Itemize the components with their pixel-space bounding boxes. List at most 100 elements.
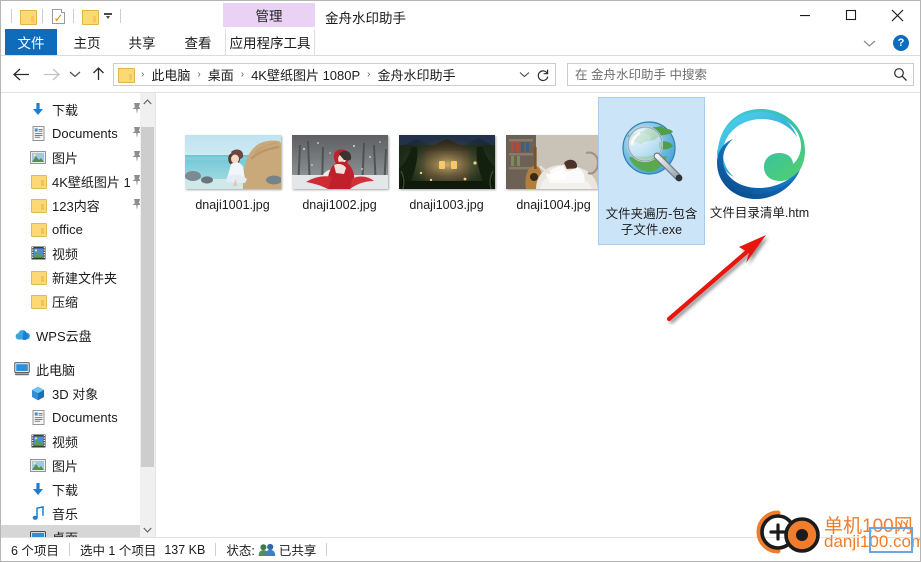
search-icon[interactable] — [887, 64, 913, 85]
sidebar-label: Documents — [52, 125, 118, 141]
up-arrow-icon — [92, 67, 104, 80]
folder-icon — [29, 172, 47, 190]
status-selection-count: 选中 1 个项目 — [79, 544, 157, 558]
search-input[interactable] — [568, 64, 887, 85]
file-list-view[interactable]: dnaji1001.jpg dnaji1002.jpg dnaji1003.jp… — [156, 93, 920, 538]
sidebar-item-videos-pc[interactable]: 视频 — [1, 429, 155, 453]
file-item-dnaji1004[interactable]: dnaji1004.jpg — [500, 131, 607, 216]
sidebar-label: 新建文件夹 — [52, 270, 118, 286]
address-dropdown-icon[interactable] — [515, 64, 533, 85]
breadcrumb-item-current[interactable]: 金舟水印助手 — [376, 65, 458, 84]
sidebar-item-videos[interactable]: 视频 — [1, 241, 155, 265]
music-icon — [29, 504, 47, 522]
sidebar-item-3d-objects[interactable]: 3D 对象 — [1, 381, 155, 405]
minimize-button[interactable] — [782, 1, 828, 29]
sidebar-label: 4K壁纸图片 1 — [52, 174, 131, 190]
back-button[interactable] — [7, 61, 35, 87]
file-item-folder-traversal-exe[interactable]: 文件夹遍历-包含子文件.exe — [598, 97, 705, 245]
sidebar-item-123content[interactable]: 123内容 — [1, 193, 155, 217]
help-button[interactable]: ? — [890, 33, 912, 53]
status-state-value: 已共享 — [278, 544, 317, 558]
maximize-button[interactable] — [828, 1, 874, 29]
search-box[interactable] — [567, 63, 914, 86]
breadcrumb-item-this-pc[interactable]: 此电脑 — [149, 65, 192, 84]
status-divider-3 — [326, 543, 328, 556]
file-name: dnaji1001.jpg — [195, 198, 270, 212]
refresh-button[interactable] — [533, 64, 553, 85]
ribbon-expand-icon[interactable] — [858, 33, 880, 53]
title-bar: ✓ 管理 金舟水印助手 — [1, 1, 920, 29]
ribbon-tabstrip: 文件 主页 共享 查看 应用程序工具 — [1, 29, 920, 55]
sidebar-label: 下载 — [52, 482, 79, 498]
tab-file[interactable]: 文件 — [5, 29, 57, 55]
sidebar-item-compressed[interactable]: 压缩 — [1, 289, 155, 313]
file-item-dnaji1002[interactable]: dnaji1002.jpg — [286, 131, 393, 216]
sidebar-item-documents[interactable]: Documents — [1, 121, 155, 145]
tab-home-label: 主页 — [73, 36, 101, 51]
file-item-directory-list-htm[interactable]: 文件目录清单.htm — [706, 97, 813, 224]
check-glyph: ✓ — [53, 10, 64, 25]
sidebar-item-documents-pc[interactable]: Documents — [1, 405, 155, 429]
breadcrumb-item-desktop[interactable]: 桌面 — [206, 65, 236, 84]
sidebar-group-gap-1 — [1, 313, 155, 323]
sidebar-item-wps-cloud[interactable]: WPS云盘 — [1, 323, 155, 347]
sidebar-label: 3D 对象 — [52, 386, 99, 402]
sidebar-item-office[interactable]: office — [1, 217, 155, 241]
properties-glyph: ✓ — [51, 8, 65, 25]
sidebar-label: 视频 — [52, 246, 79, 262]
window-title: 金舟水印助手 — [325, 11, 406, 26]
forward-arrow-icon — [43, 68, 60, 80]
folder-glyph-2 — [81, 9, 99, 25]
sidebar-label: 此电脑 — [36, 362, 76, 378]
sidebar-label: 压缩 — [52, 294, 79, 310]
sidebar-scrollbar-thumb[interactable] — [141, 127, 154, 467]
sidebar-label: 视频 — [52, 434, 79, 450]
folder-icon — [29, 268, 47, 286]
scroll-up-icon[interactable] — [140, 93, 155, 110]
sidebar-scrollbar[interactable] — [140, 93, 155, 538]
breadcrumb-separator-1[interactable]: › — [192, 69, 205, 80]
tab-application-tools[interactable]: 应用程序工具 — [225, 29, 315, 55]
thumbnail-red-dress-snow — [291, 135, 388, 189]
close-button[interactable] — [874, 1, 920, 29]
3d-objects-icon — [29, 384, 47, 402]
tab-home[interactable]: 主页 — [61, 29, 113, 55]
sidebar-item-this-pc[interactable]: 此电脑 — [1, 357, 155, 381]
sidebar-item-music[interactable]: 音乐 — [1, 501, 155, 525]
breadcrumb-separator-3[interactable]: › — [362, 69, 375, 80]
properties-icon[interactable]: ✓ — [47, 5, 69, 27]
dropdown-caret-icon[interactable] — [100, 6, 116, 26]
breadcrumb-separator-2[interactable]: › — [236, 69, 249, 80]
folder-glyph — [19, 9, 37, 25]
sidebar-item-downloads-pc[interactable]: 下载 — [1, 477, 155, 501]
documents-icon — [29, 124, 47, 142]
sidebar-item-downloads[interactable]: 下载 — [1, 97, 155, 121]
recent-locations-button[interactable] — [65, 61, 85, 87]
up-one-level-button[interactable] — [85, 61, 111, 87]
sidebar-label: office — [52, 221, 83, 237]
sidebar-item-pictures-pc[interactable]: 图片 — [1, 453, 155, 477]
address-bar[interactable]: › 此电脑 › 桌面 › 4K壁纸图片 1080P › 金舟水印助手 — [113, 63, 556, 86]
scroll-down-icon[interactable] — [140, 521, 155, 538]
breadcrumb-item-wallpapers[interactable]: 4K壁纸图片 1080P — [249, 65, 362, 84]
file-item-dnaji1003[interactable]: dnaji1003.jpg — [393, 131, 500, 216]
sidebar-item-4k-wallpapers[interactable]: 4K壁纸图片 1 — [1, 169, 155, 193]
chevron-down-icon — [69, 71, 81, 78]
tab-view[interactable]: 查看 — [172, 29, 224, 55]
sidebar-item-pictures[interactable]: 图片 — [1, 145, 155, 169]
forward-button[interactable] — [37, 61, 65, 87]
file-name: 文件目录清单.htm — [709, 206, 810, 220]
qat-divider-0 — [7, 8, 16, 24]
new-folder-icon[interactable] — [16, 5, 38, 27]
help-icon: ? — [893, 35, 909, 51]
tab-share-label: 共享 — [128, 36, 156, 51]
tab-share[interactable]: 共享 — [116, 29, 168, 55]
sidebar-item-new-folder[interactable]: 新建文件夹 — [1, 265, 155, 289]
pictures-icon — [29, 456, 47, 474]
qat-divider-3 — [116, 8, 125, 24]
folder-glyph-3 — [118, 68, 135, 83]
navigation-pane[interactable]: 下载 Documents 图片 4K壁纸图片 1 123内容 office 视频… — [1, 93, 155, 538]
pin-to-quick-access-icon[interactable] — [78, 5, 100, 27]
file-item-dnaji1001[interactable]: dnaji1001.jpg — [179, 131, 286, 216]
tab-file-label: 文件 — [17, 36, 45, 51]
